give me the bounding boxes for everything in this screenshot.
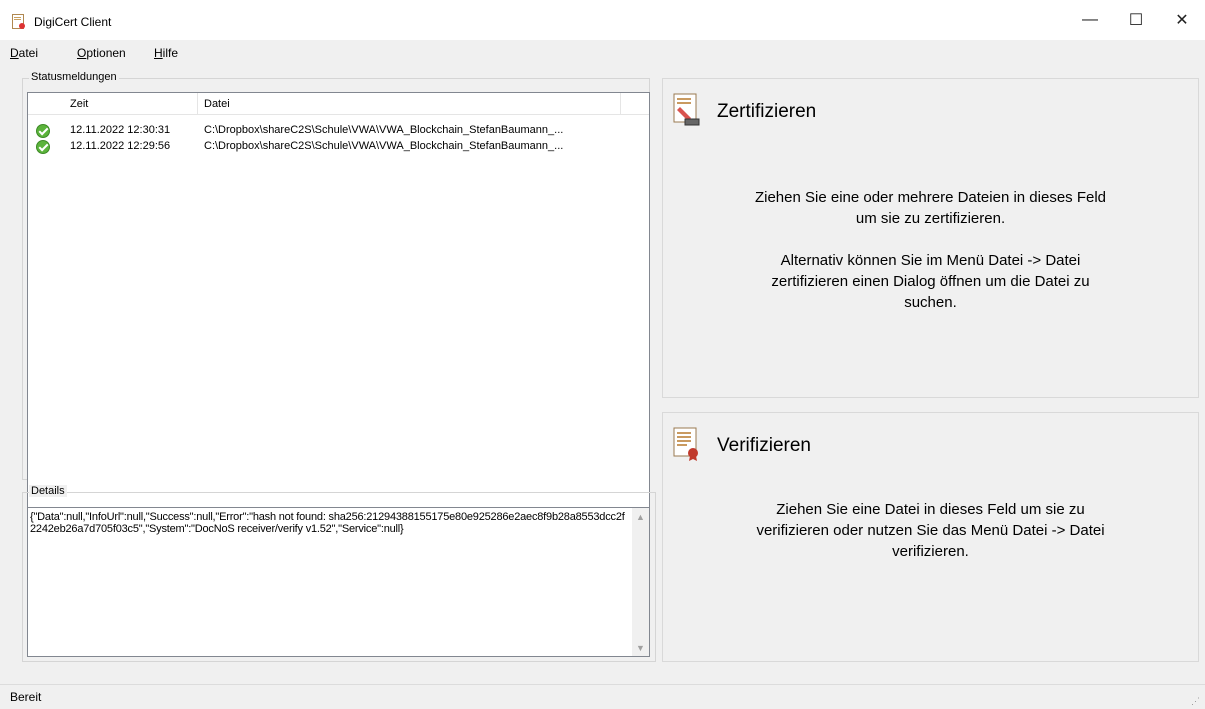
- column-separator[interactable]: [620, 93, 621, 115]
- check-circle-icon: [36, 124, 50, 138]
- menu-bar: Datei Optionen Hilfe: [0, 40, 1205, 64]
- app-icon: [12, 14, 25, 29]
- menu-hilfe[interactable]: Hilfe: [154, 46, 178, 60]
- certify-text-line: um sie zu zertifizieren.: [855, 210, 1006, 227]
- menu-optionen-accel: O: [77, 46, 87, 60]
- menu-optionen-label: ptionen: [86, 46, 126, 60]
- row-time: 12.11.2022 12:30:31: [70, 124, 171, 136]
- menu-datei-label: atei: [18, 46, 39, 60]
- check-circle-icon: [36, 140, 50, 154]
- certify-text-line: Alternativ können Sie im Menü Datei -> D…: [780, 252, 1081, 269]
- verify-text-line: Ziehen Sie eine Datei in dieses Feld um …: [776, 501, 1085, 518]
- certify-text-line: Ziehen Sie eine oder mehrere Dateien in …: [754, 189, 1107, 206]
- title-bar: DigiCert Client — ☐ ✕: [0, 0, 1205, 40]
- status-listview[interactable]: Zeit Datei 12.11.2022 12:30:31 C:\Dropbo…: [27, 92, 650, 534]
- scroll-up-icon[interactable]: ▲: [632, 508, 649, 525]
- column-separator[interactable]: [197, 93, 198, 115]
- verify-text-line: verifizieren oder nutzen Sie das Menü Da…: [756, 522, 1105, 539]
- minimize-button[interactable]: —: [1067, 0, 1113, 40]
- close-button[interactable]: ✕: [1159, 0, 1205, 40]
- details-textbox[interactable]: {"Data":null,"InfoUrl":null,"Success":nu…: [27, 507, 650, 657]
- verify-text-line: verifizieren.: [892, 543, 969, 560]
- details-scrollbar[interactable]: ▲ ▼: [632, 508, 649, 656]
- certify-text-line: suchen.: [904, 294, 957, 311]
- menu-hilfe-accel: H: [154, 46, 163, 60]
- table-row[interactable]: 12.11.2022 12:29:56 C:\Dropbox\shareC2S\…: [28, 139, 649, 155]
- menu-datei-accel: D: [10, 46, 19, 60]
- verify-dropzone[interactable]: Verifizieren Ziehen Sie eine Datei in di…: [662, 412, 1199, 662]
- menu-hilfe-label: ilfe: [162, 46, 179, 60]
- verify-title: Verifizieren: [717, 435, 811, 456]
- certify-text-line: zertifizieren einen Dialog öffnen um die…: [771, 273, 1090, 290]
- window-title: DigiCert Client: [34, 15, 112, 29]
- verify-instructions: Ziehen Sie eine Datei in dieses Feld um …: [663, 499, 1198, 562]
- certify-dropzone[interactable]: Zertifizieren Ziehen Sie eine oder mehre…: [662, 78, 1199, 398]
- menu-datei[interactable]: Datei: [10, 46, 38, 60]
- listview-header: Zeit Datei: [28, 93, 649, 115]
- row-time: 12.11.2022 12:29:56: [70, 140, 171, 152]
- status-text: Bereit: [10, 690, 42, 704]
- status-group-legend: Statusmeldungen: [29, 71, 119, 83]
- row-file: C:\Dropbox\shareC2S\Schule\VWA\VWA_Block…: [204, 124, 564, 136]
- certify-title: Zertifizieren: [717, 101, 817, 122]
- row-file: C:\Dropbox\shareC2S\Schule\VWA\VWA_Block…: [204, 140, 564, 152]
- column-header-datei[interactable]: Datei: [204, 98, 230, 110]
- main-area: Statusmeldungen Zeit Datei 12.11.2022 12…: [0, 64, 1205, 684]
- maximize-button[interactable]: ☐: [1113, 0, 1159, 40]
- table-row[interactable]: 12.11.2022 12:30:31 C:\Dropbox\shareC2S\…: [28, 123, 649, 139]
- certify-document-icon: [673, 93, 700, 126]
- details-text: {"Data":null,"InfoUrl":null,"Success":nu…: [30, 511, 625, 535]
- menu-optionen[interactable]: Optionen: [77, 46, 126, 60]
- scroll-down-icon[interactable]: ▼: [632, 639, 649, 656]
- verify-document-icon: [673, 427, 698, 461]
- status-bar: Bereit ⋰: [0, 684, 1205, 709]
- column-header-zeit[interactable]: Zeit: [70, 98, 88, 110]
- details-group-legend: Details: [29, 485, 67, 497]
- certify-instructions: Ziehen Sie eine oder mehrere Dateien in …: [663, 187, 1198, 313]
- resize-grip-icon[interactable]: ⋰: [1191, 696, 1201, 706]
